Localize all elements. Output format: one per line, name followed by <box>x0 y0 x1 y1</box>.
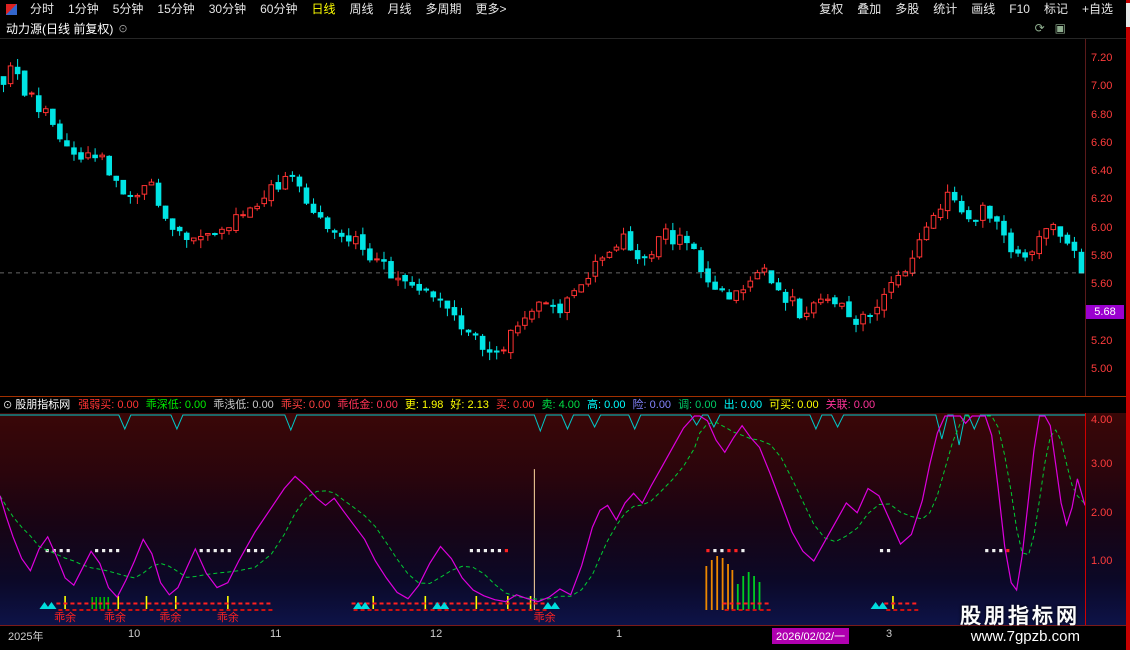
indicator-stat-2: 乖深低: 0.00 <box>146 399 207 411</box>
period-item-11[interactable]: 更多> <box>469 0 514 18</box>
time-axis-label: 3 <box>886 628 892 640</box>
price-axis-label: 6.80 <box>1091 109 1112 121</box>
price-axis: 7.207.006.806.606.406.206.005.805.605.40… <box>1085 39 1126 396</box>
price-axis-label: 5.60 <box>1091 278 1112 290</box>
indicator-stat-3: 乖浅低: 0.00 <box>213 399 274 411</box>
indicator-stat-9: 卖: 4.00 <box>541 399 580 411</box>
tool-item-2[interactable]: 叠加 <box>850 0 888 18</box>
time-axis-label: 11 <box>270 628 281 640</box>
period-item-4[interactable]: 15分钟 <box>150 0 201 18</box>
period-item-2[interactable]: 1分钟 <box>61 0 106 18</box>
window-layout-icon[interactable]: ▣ <box>1055 18 1066 38</box>
svg-text:乖余: 乖余 <box>159 610 181 624</box>
red-dash-rows <box>56 603 918 612</box>
time-axis-marked-date: 2026/02/02/一 <box>772 628 849 644</box>
indicator-stat-11: 险: 0.00 <box>633 399 672 411</box>
indicator-axis: 4.00 3.00 2.00 1.00 <box>1085 413 1126 625</box>
down-candles <box>1 59 1084 360</box>
price-axis-label: 6.00 <box>1091 222 1112 234</box>
watermark-brand: 股朋指标网 <box>960 605 1080 628</box>
indicator-axis-label: 3.00 <box>1091 458 1112 470</box>
tool-item-7[interactable]: 标记 <box>1037 0 1075 18</box>
oscillator-line-magenta <box>0 416 1085 602</box>
signal-line-green <box>0 416 1085 599</box>
watermark-url: www.7gpzb.com <box>960 628 1080 645</box>
tool-item-3[interactable]: 多股 <box>888 0 926 18</box>
chart-title-bar: 动力源(日线 前复权) ⊙ ⟳ ▣ <box>0 18 1130 38</box>
period-item-1[interactable]: 分时 <box>23 0 61 18</box>
indicator-stat-7: 好: 2.13 <box>450 399 489 411</box>
indicator-axis-label: 2.00 <box>1091 507 1112 519</box>
time-axis-label: 1 <box>616 628 622 640</box>
indicator-axis-label: 1.00 <box>1091 555 1112 567</box>
time-axis-label: 12 <box>430 628 442 640</box>
oscillator-plot[interactable]: 乖余 乖余 乖余 乖余 乖余 <box>0 413 1085 625</box>
period-menu: 分时1分钟5分钟15分钟30分钟60分钟日线周线月线多周期更多> <box>4 0 514 18</box>
svg-text:乖余: 乖余 <box>534 610 556 624</box>
candlestick-plot[interactable] <box>0 39 1085 397</box>
svg-text:乖余: 乖余 <box>217 610 239 624</box>
tool-item-1[interactable]: 复权 <box>812 0 850 18</box>
top-toolbar: 分时1分钟5分钟15分钟30分钟60分钟日线周线月线多周期更多> 复权叠加多股统… <box>0 0 1130 18</box>
indicator-stat-6: 更: 1.98 <box>405 399 444 411</box>
time-axis-label: 10 <box>128 628 140 640</box>
svg-text:乖余: 乖余 <box>104 610 126 624</box>
period-item-10[interactable]: 多周期 <box>419 0 469 18</box>
price-axis-label: 6.20 <box>1091 193 1112 205</box>
indicator-stat-8: 买: 0.00 <box>496 399 535 411</box>
title-actions: ⟳ ▣ <box>1035 18 1066 38</box>
indicator-panel: 乖余 乖余 乖余 乖余 乖余 4.00 3.00 2.00 1.00 <box>0 413 1130 625</box>
indicator-stat-5: 乖低金: 0.00 <box>337 399 398 411</box>
period-item-7[interactable]: 日线 <box>304 0 342 18</box>
flag-labels: 乖余 乖余 乖余 乖余 乖余 <box>54 610 556 624</box>
indicator-header: ⊙ 股朋指标网 强弱买: 0.00 乖深低: 0.00 乖浅低: 0.00 乖买: 0… <box>0 396 1130 413</box>
tools-menu: 复权叠加多股统计画线F10标记+自选 <box>812 0 1120 18</box>
time-axis-label: 2025年 <box>8 628 43 644</box>
indicator-stats: 强弱买: 0.00 乖深低: 0.00 乖浅低: 0.00 乖买: 0.00 乖低金: … <box>78 397 882 414</box>
period-item-3[interactable]: 5分钟 <box>106 0 151 18</box>
indicator-stat-10: 高: 0.00 <box>587 399 626 411</box>
scrollbar-thumb[interactable] <box>1126 3 1130 27</box>
last-price-tag: 5.68 <box>1086 305 1124 319</box>
indicator-collapse-icon[interactable]: ⊙ <box>3 397 12 414</box>
indicator-stat-4: 乖买: 0.00 <box>281 399 331 411</box>
period-item-8[interactable]: 周线 <box>342 0 380 18</box>
main-chart-area: 7.207.006.806.606.406.206.005.805.605.40… <box>0 38 1130 396</box>
indicator-stat-1: 强弱买: 0.00 <box>78 399 139 411</box>
price-axis-label: 5.00 <box>1091 363 1112 375</box>
period-item-9[interactable]: 月线 <box>381 0 419 18</box>
app-logo-icon[interactable] <box>6 4 17 15</box>
price-axis-label: 6.60 <box>1091 137 1112 149</box>
indicator-stat-14: 可买: 0.00 <box>769 399 819 411</box>
price-axis-label: 6.40 <box>1091 165 1112 177</box>
dot-markers <box>46 549 1010 552</box>
indicator-stat-13: 出: 0.00 <box>724 399 763 411</box>
period-item-6[interactable]: 60分钟 <box>253 0 304 18</box>
indicator-stat-15: 关联: 0.00 <box>826 399 876 411</box>
tool-item-4[interactable]: 统计 <box>926 0 964 18</box>
chart-title: 动力源(日线 前复权) <box>6 20 113 37</box>
refresh-icon[interactable]: ⟳ <box>1035 18 1045 38</box>
indicator-stat-12: 调: 0.00 <box>678 399 717 411</box>
period-item-5[interactable]: 30分钟 <box>202 0 253 18</box>
svg-text:乖余: 乖余 <box>54 610 76 624</box>
tool-item-8[interactable]: +自选 <box>1075 0 1120 18</box>
price-axis-label: 5.20 <box>1091 335 1112 347</box>
title-dropdown-icon[interactable]: ⊙ <box>118 22 127 35</box>
cyan-signal-line <box>0 415 1085 445</box>
price-axis-label: 5.80 <box>1091 250 1112 262</box>
tool-item-5[interactable]: 画线 <box>964 0 1002 18</box>
watermark: 股朋指标网 www.7gpzb.com <box>960 605 1080 645</box>
tool-item-6[interactable]: F10 <box>1002 0 1037 18</box>
price-axis-label: 7.00 <box>1091 80 1112 92</box>
price-axis-label: 7.20 <box>1091 52 1112 64</box>
indicator-title: 股朋指标网 <box>15 397 70 414</box>
right-scrollbar[interactable] <box>1126 0 1130 650</box>
indicator-axis-label: 4.00 <box>1091 414 1112 426</box>
